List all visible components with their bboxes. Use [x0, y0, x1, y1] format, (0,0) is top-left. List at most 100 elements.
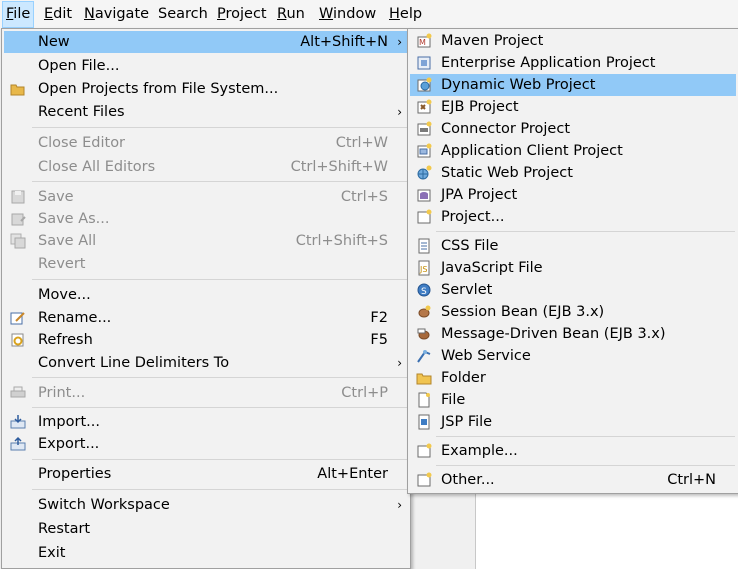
- menu-navigate-mnemonic: N: [84, 6, 95, 22]
- new-connector-project-label: Connector Project: [441, 121, 571, 137]
- file-import-item[interactable]: Import...: [4, 411, 408, 433]
- new-servlet-item[interactable]: S Servlet: [410, 279, 736, 301]
- file-menu: New Alt+Shift+N › Open File... Open Proj…: [1, 28, 411, 569]
- svg-text:S: S: [421, 287, 427, 297]
- file-revert-item[interactable]: Revert: [4, 253, 408, 275]
- file-new-item[interactable]: New Alt+Shift+N ›: [4, 31, 408, 53]
- new-connector-project-item[interactable]: Connector Project: [410, 118, 736, 140]
- file-close-editor-accel: Ctrl+W: [335, 135, 388, 151]
- file-recent-files-label: Recent Files: [38, 104, 125, 120]
- file-open-projects-item[interactable]: Open Projects from File System...: [4, 78, 408, 100]
- file-save-label: Save: [38, 189, 74, 205]
- new-other-item[interactable]: Other... Ctrl+N: [410, 469, 736, 491]
- file-export-item[interactable]: Export...: [4, 433, 408, 455]
- web-service-icon: [416, 348, 432, 364]
- menu-project-label: roject: [225, 6, 267, 22]
- new-folder-item[interactable]: Folder: [410, 367, 736, 389]
- static-web-project-icon: [416, 165, 432, 181]
- new-mdb-label: Message-Driven Bean (EJB 3.x): [441, 326, 666, 342]
- file-rename-label: Rename...: [38, 310, 112, 326]
- file-print-item[interactable]: Print... Ctrl+P: [4, 382, 408, 404]
- file-rename-item[interactable]: Rename... F2: [4, 307, 408, 329]
- file-switch-workspace-item[interactable]: Switch Workspace ›: [4, 494, 408, 516]
- css-file-icon: [416, 238, 432, 254]
- menu-edit[interactable]: Edit: [41, 0, 75, 29]
- file-open-file-item[interactable]: Open File...: [4, 55, 408, 77]
- file-save-all-item[interactable]: Save All Ctrl+Shift+S: [4, 230, 408, 252]
- new-maven-project-item[interactable]: M Maven Project: [410, 30, 736, 52]
- app-client-project-icon: [416, 143, 432, 159]
- new-example-item[interactable]: Example...: [410, 440, 736, 462]
- file-save-as-label: Save As...: [38, 211, 110, 227]
- file-save-as-item[interactable]: Save As...: [4, 208, 408, 230]
- menu-separator: [436, 436, 735, 437]
- editor-area: [475, 490, 738, 569]
- save-all-icon: [10, 233, 26, 249]
- new-web-service-label: Web Service: [441, 348, 531, 364]
- submenu-arrow-icon: ›: [397, 498, 402, 512]
- file-restart-item[interactable]: Restart: [4, 518, 408, 540]
- file-convert-item[interactable]: Convert Line Delimiters To ›: [4, 352, 408, 374]
- menu-bar: File Edit Navigate Search Project Run Wi…: [0, 0, 738, 29]
- file-refresh-item[interactable]: Refresh F5: [4, 329, 408, 351]
- file-close-all-editors-label: Close All Editors: [38, 159, 156, 175]
- new-jpa-project-label: JPA Project: [441, 187, 518, 203]
- new-static-web-item[interactable]: Static Web Project: [410, 162, 736, 184]
- menu-separator: [32, 459, 407, 460]
- menu-separator: [32, 279, 407, 280]
- new-ejb-project-item[interactable]: EJB Project: [410, 96, 736, 118]
- file-refresh-accel: F5: [370, 332, 388, 348]
- new-ejb-project-label: EJB Project: [441, 99, 519, 115]
- menu-run[interactable]: Run: [274, 0, 308, 29]
- file-print-accel: Ctrl+P: [341, 385, 388, 401]
- new-js-file-item[interactable]: JS JavaScript File: [410, 257, 736, 279]
- menu-help[interactable]: Help: [386, 0, 425, 29]
- file-icon: [416, 392, 432, 408]
- ejb-project-icon: [416, 99, 432, 115]
- file-close-editor-item[interactable]: Close Editor Ctrl+W: [4, 132, 408, 154]
- file-import-label: Import...: [38, 414, 100, 430]
- new-enterprise-app-item[interactable]: Enterprise Application Project: [410, 52, 736, 74]
- new-jsp-file-item[interactable]: JSP File: [410, 411, 736, 433]
- menu-search[interactable]: Search: [155, 0, 211, 29]
- export-icon: [10, 436, 26, 452]
- enterprise-app-icon: [416, 55, 432, 71]
- example-icon: [416, 443, 432, 459]
- new-session-bean-item[interactable]: Session Bean (EJB 3.x): [410, 301, 736, 323]
- new-jsp-file-label: JSP File: [441, 414, 493, 430]
- menu-help-mnemonic: H: [389, 6, 400, 22]
- file-export-label: Export...: [38, 436, 100, 452]
- new-web-service-item[interactable]: Web Service: [410, 345, 736, 367]
- file-new-label: New: [38, 34, 70, 50]
- file-close-all-editors-item[interactable]: Close All Editors Ctrl+Shift+W: [4, 156, 408, 178]
- new-dynamic-web-item[interactable]: Dynamic Web Project: [410, 74, 736, 96]
- file-save-all-label: Save All: [38, 233, 97, 249]
- new-project-item[interactable]: Project...: [410, 206, 736, 228]
- menu-window[interactable]: Window: [316, 0, 379, 29]
- file-properties-item[interactable]: Properties Alt+Enter: [4, 463, 408, 485]
- file-close-all-editors-accel: Ctrl+Shift+W: [290, 159, 388, 175]
- menu-separator: [32, 181, 407, 182]
- new-static-web-label: Static Web Project: [441, 165, 573, 181]
- file-open-file-label: Open File...: [38, 58, 120, 74]
- file-open-projects-label: Open Projects from File System...: [38, 81, 279, 97]
- new-file-item[interactable]: File: [410, 389, 736, 411]
- file-save-item[interactable]: Save Ctrl+S: [4, 186, 408, 208]
- file-move-item[interactable]: Move...: [4, 284, 408, 306]
- new-servlet-label: Servlet: [441, 282, 493, 298]
- menu-file-label: ile: [13, 6, 31, 22]
- menu-file[interactable]: File: [2, 1, 35, 28]
- new-css-file-item[interactable]: CSS File: [410, 235, 736, 257]
- new-app-client-item[interactable]: Application Client Project: [410, 140, 736, 162]
- file-move-label: Move...: [38, 287, 91, 303]
- new-jpa-project-item[interactable]: JPA Project: [410, 184, 736, 206]
- menu-edit-mnemonic: E: [44, 6, 54, 22]
- new-mdb-item[interactable]: Message-Driven Bean (EJB 3.x): [410, 323, 736, 345]
- javascript-file-icon: JS: [416, 260, 432, 276]
- file-recent-files-item[interactable]: Recent Files ›: [4, 101, 408, 123]
- file-properties-label: Properties: [38, 466, 112, 482]
- file-exit-item[interactable]: Exit: [4, 542, 408, 564]
- print-icon: [10, 385, 26, 401]
- menu-project[interactable]: Project: [214, 0, 270, 29]
- menu-navigate[interactable]: Navigate: [81, 0, 152, 29]
